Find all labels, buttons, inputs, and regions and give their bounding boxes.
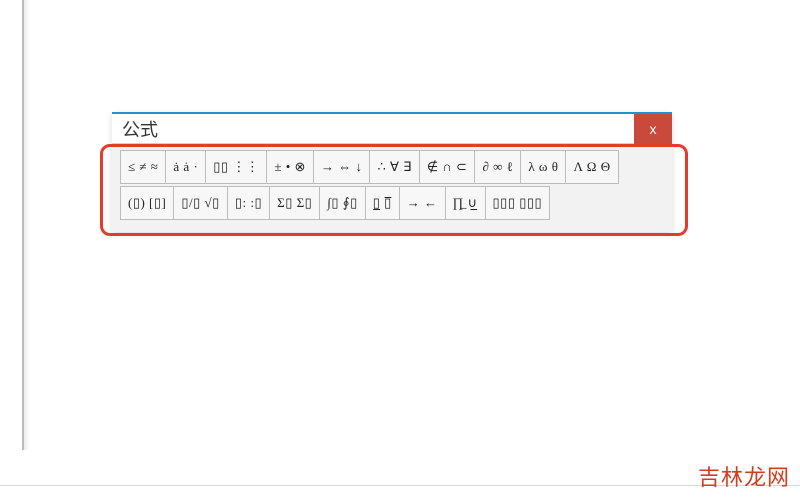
watermark-text: 吉林龙网: [698, 460, 790, 492]
close-icon: x: [650, 121, 657, 137]
embellishments[interactable]: a͏̇ ȧ͏ ·: [166, 150, 206, 184]
spaces-ellipses[interactable]: ▯▯ ⋮⋮: [206, 150, 267, 184]
formula-dialog: 公式 x ≤ ≠ ≈ a͏̇ ȧ͏ · ▯▯ ⋮⋮ ± • ⊗ → ⇔ ↓ ∴ …: [112, 112, 672, 232]
summation-templates[interactable]: Σ▯ Σ▯: [270, 186, 320, 220]
bottom-divider: [0, 485, 800, 486]
products-set[interactable]: ∏̲ ∪̲: [446, 186, 486, 220]
dialog-titlebar: 公式 x: [112, 112, 672, 144]
subscript-superscript[interactable]: ▯: :▯: [228, 186, 270, 220]
misc-symbols[interactable]: ∂ ∞ ℓ: [475, 150, 521, 184]
page-left-shadow: [24, 0, 30, 450]
close-button[interactable]: x: [634, 114, 672, 144]
integral-templates[interactable]: ∫▯ ∮▯: [320, 186, 365, 220]
arrow-symbols[interactable]: → ⇔ ↓: [314, 150, 371, 184]
relational-symbols[interactable]: ≤ ≠ ≈: [120, 150, 166, 184]
fraction-radical[interactable]: ▯/▯ √▯: [174, 186, 227, 220]
set-theory-symbols[interactable]: ∉ ∩ ⊂: [420, 150, 476, 184]
matrix-templates[interactable]: ▯▯▯ ▯▯▯: [486, 186, 551, 220]
labeled-arrows[interactable]: → ←: [400, 186, 446, 220]
dialog-title: 公式: [112, 116, 158, 142]
formula-toolbar: ≤ ≠ ≈ a͏̇ ȧ͏ · ▯▯ ⋮⋮ ± • ⊗ → ⇔ ↓ ∴ ∀ ∃ ∉…: [112, 144, 672, 232]
operator-symbols[interactable]: ± • ⊗: [267, 150, 314, 184]
underbar-overbar[interactable]: ▯̲ ▯̅: [366, 186, 400, 220]
uppercase-greek[interactable]: Λ Ω Θ: [566, 150, 618, 184]
logical-symbols[interactable]: ∴ ∀ ∃: [370, 150, 419, 184]
lowercase-greek[interactable]: λ ω θ: [521, 150, 566, 184]
toolbar-row-2: (▯) [▯] ▯/▯ √▯ ▯: :▯ Σ▯ Σ▯ ∫▯ ∮▯ ▯̲ ▯̅ →…: [120, 186, 664, 220]
fence-templates[interactable]: (▯) [▯]: [120, 186, 174, 220]
toolbar-row-1: ≤ ≠ ≈ a͏̇ ȧ͏ · ▯▯ ⋮⋮ ± • ⊗ → ⇔ ↓ ∴ ∀ ∃ ∉…: [120, 150, 664, 184]
